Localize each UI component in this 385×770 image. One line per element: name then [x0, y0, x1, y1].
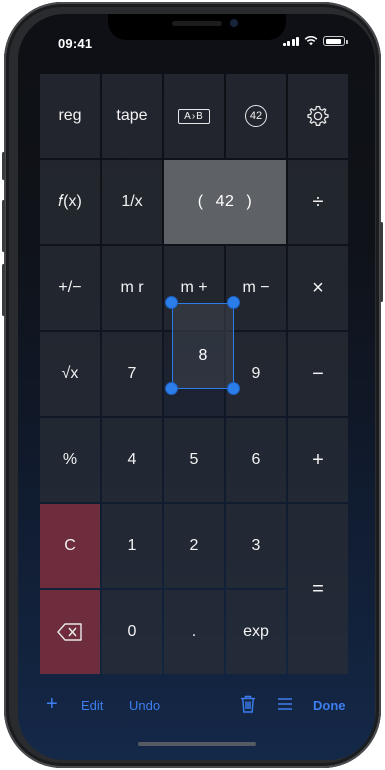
- percent-label: %: [62, 451, 78, 468]
- multiply-button[interactable]: ×: [288, 246, 348, 330]
- exp-button[interactable]: exp: [226, 590, 286, 674]
- six-label: 6: [251, 451, 261, 468]
- recall-button[interactable]: 42: [226, 74, 286, 158]
- six-button[interactable]: 6: [226, 418, 286, 502]
- menu-button[interactable]: [277, 697, 293, 714]
- four-label: 4: [127, 451, 137, 468]
- phone-frame: 09:41 reg tape A›B 42 𝑓(x) 1/x (42) ÷ …: [2, 2, 383, 768]
- decimal-button[interactable]: .: [164, 590, 224, 674]
- memory-recall-button[interactable]: m r: [102, 246, 162, 330]
- display-key[interactable]: ( 42 ): [164, 160, 286, 244]
- trash-icon: [241, 695, 255, 713]
- home-indicator: [137, 742, 256, 746]
- resize-handle-top-right[interactable]: [227, 296, 240, 309]
- one-button[interactable]: 1: [102, 504, 162, 588]
- screen: 09:41 reg tape A›B 42 𝑓(x) 1/x (42) ÷ …: [18, 14, 375, 760]
- zero-label: 0: [127, 623, 137, 640]
- clear-label: C: [64, 537, 76, 554]
- gear-icon: [307, 105, 329, 126]
- list-icon: [278, 698, 292, 710]
- sqrt-button[interactable]: √x: [40, 332, 100, 416]
- add-key-button[interactable]: +: [46, 693, 58, 716]
- resize-handle-bottom-right[interactable]: [227, 382, 240, 395]
- multiply-label: ×: [312, 276, 324, 299]
- seven-button[interactable]: 7: [102, 332, 162, 416]
- status-time: 09:41: [58, 36, 93, 51]
- selected-key-eight[interactable]: 8: [173, 304, 233, 388]
- five-label: 5: [189, 451, 199, 468]
- wifi-icon: [304, 36, 318, 46]
- memory-recall-label: m r: [120, 279, 144, 296]
- mute-switch: [2, 152, 5, 180]
- volume-down-button: [2, 264, 5, 316]
- clear-button[interactable]: C: [40, 504, 100, 588]
- display-close-paren: ): [246, 193, 253, 210]
- resize-handle-bottom-left[interactable]: [165, 382, 178, 395]
- settings-button[interactable]: [288, 74, 348, 158]
- four-button[interactable]: 4: [102, 418, 162, 502]
- minus-label: −: [312, 362, 324, 385]
- equals-button[interactable]: =: [288, 504, 348, 674]
- equals-label: =: [312, 577, 324, 600]
- divide-label: ÷: [312, 190, 324, 213]
- one-label: 1: [127, 537, 137, 554]
- plus-label: +: [312, 448, 324, 471]
- power-button: [380, 222, 383, 302]
- nine-label: 9: [251, 365, 261, 382]
- resize-handle-top-left[interactable]: [165, 296, 178, 309]
- exp-label: exp: [243, 623, 269, 640]
- two-button[interactable]: 2: [164, 504, 224, 588]
- function-button[interactable]: 𝑓(x): [40, 160, 100, 244]
- decimal-label: .: [191, 623, 197, 640]
- backspace-icon: [57, 623, 82, 641]
- five-button[interactable]: 5: [164, 418, 224, 502]
- edit-button[interactable]: Edit: [81, 698, 103, 713]
- percent-button[interactable]: %: [40, 418, 100, 502]
- memory-subtract-label: m −: [242, 279, 270, 296]
- reciprocal-button[interactable]: 1/x: [102, 160, 162, 244]
- divide-button[interactable]: ÷: [288, 160, 348, 244]
- three-label: 3: [251, 537, 261, 554]
- plus-button[interactable]: +: [288, 418, 348, 502]
- nine-button[interactable]: 9: [226, 332, 286, 416]
- eight-label: 8: [198, 347, 208, 364]
- tape-button[interactable]: tape: [102, 74, 162, 158]
- trash-button[interactable]: [240, 695, 256, 716]
- reg-button[interactable]: reg: [40, 74, 100, 158]
- sqrt-label: √x: [61, 365, 79, 382]
- battery-icon: [323, 36, 348, 46]
- plus-minus-button[interactable]: +/−: [40, 246, 100, 330]
- volume-up-button: [2, 200, 5, 252]
- plus-minus-label: +/−: [58, 279, 82, 296]
- reg-label: reg: [58, 107, 82, 124]
- backspace-button[interactable]: [40, 590, 100, 674]
- two-label: 2: [189, 537, 199, 554]
- reciprocal-label: 1/x: [121, 193, 143, 210]
- status-bar: 09:41: [18, 14, 375, 58]
- memory-subtract-button[interactable]: m −: [226, 246, 286, 330]
- swap-button[interactable]: A›B: [164, 74, 224, 158]
- recall-badge-icon: 42: [245, 105, 267, 127]
- edit-toolbar: + Edit Undo Done: [18, 690, 375, 720]
- status-icons: [282, 36, 348, 46]
- three-button[interactable]: 3: [226, 504, 286, 588]
- done-button[interactable]: Done: [313, 698, 346, 713]
- undo-button[interactable]: Undo: [129, 698, 160, 713]
- display-open-paren: (: [197, 193, 204, 210]
- display-value: 42: [215, 193, 235, 210]
- zero-button[interactable]: 0: [102, 590, 162, 674]
- minus-button[interactable]: −: [288, 332, 348, 416]
- swap-icon: A›B: [178, 108, 210, 124]
- cellular-signal-icon: [282, 36, 299, 46]
- seven-label: 7: [127, 365, 137, 382]
- tape-label: tape: [116, 107, 148, 124]
- function-label: 𝑓(x): [58, 193, 82, 210]
- memory-add-label: m +: [180, 279, 208, 296]
